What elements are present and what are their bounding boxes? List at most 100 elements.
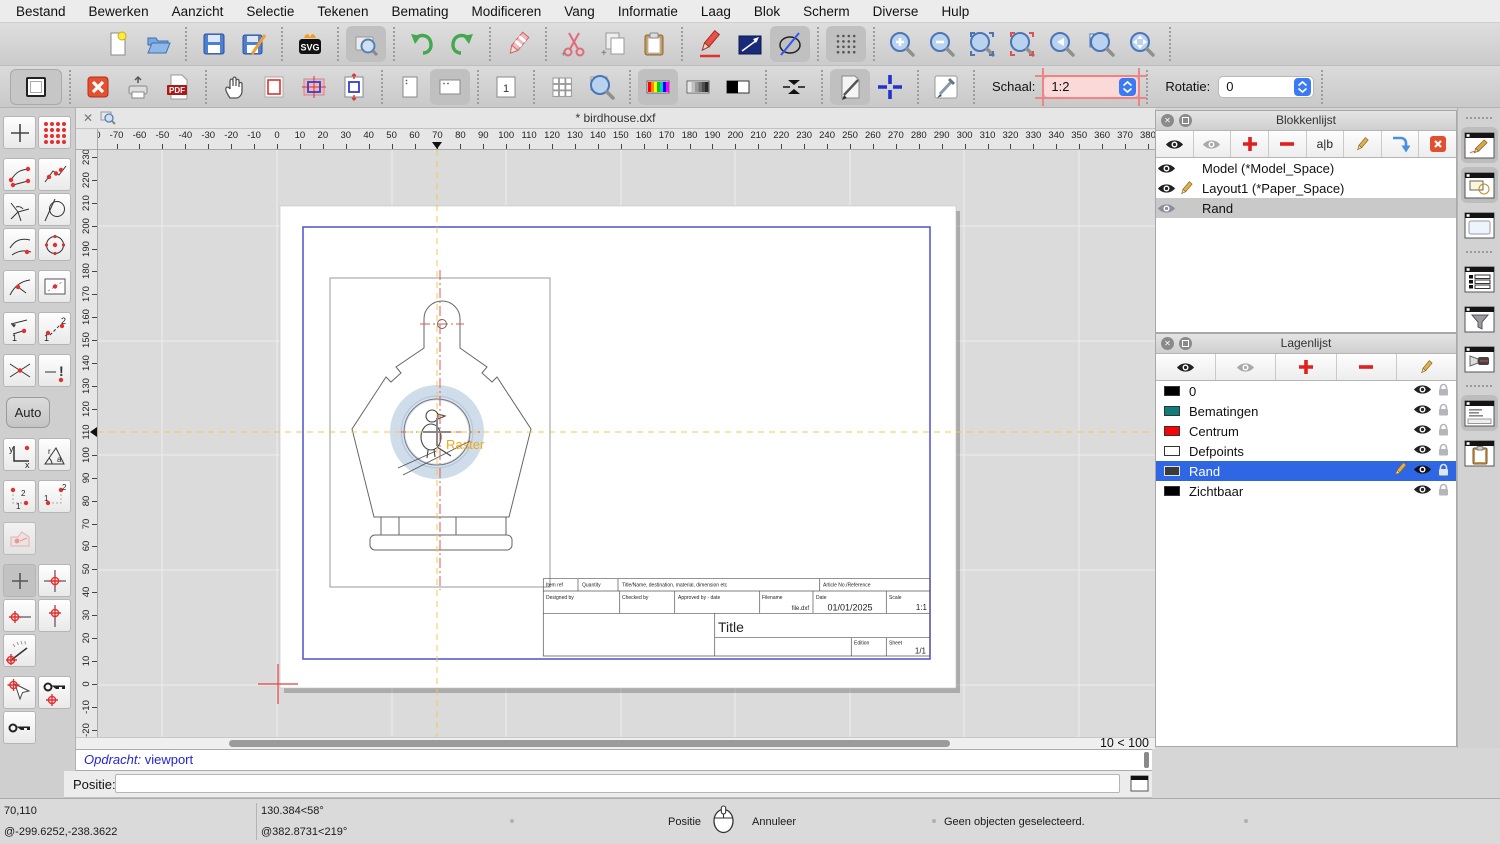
horizontal-scrollbar[interactable] <box>229 740 950 747</box>
layer-lock-icon[interactable] <box>1437 403 1450 420</box>
layer-lock-icon[interactable] <box>1437 463 1450 480</box>
toggle-clipboard-button[interactable] <box>1461 435 1498 471</box>
restrict-vertical-button[interactable] <box>38 599 71 632</box>
snap-nearest-button[interactable] <box>3 228 36 261</box>
menu-bemating[interactable]: Bemating <box>391 4 448 19</box>
rename-block-button[interactable]: a|b <box>1306 131 1345 157</box>
snap-intersection-button[interactable] <box>3 354 36 387</box>
toggle-library-browser-button[interactable] <box>1461 207 1498 243</box>
restrict-off-button[interactable] <box>3 564 36 597</box>
snap-auto-button[interactable]: Auto <box>6 397 50 428</box>
stepper-icon[interactable] <box>1119 77 1137 96</box>
draw-entity-button[interactable] <box>690 26 730 62</box>
menu-bestand[interactable]: Bestand <box>16 4 66 19</box>
menu-hulp[interactable]: Hulp <box>941 4 969 19</box>
application-preferences-button[interactable] <box>926 69 966 105</box>
menu-blok[interactable]: Blok <box>754 4 780 19</box>
close-panel-icon[interactable]: ✕ <box>1161 337 1174 350</box>
layer-visibility-icon[interactable] <box>1413 463 1432 479</box>
layer-row[interactable]: Centrum <box>1156 421 1456 441</box>
snap-endpoints-button[interactable] <box>3 158 36 191</box>
snap-restrict-1-button[interactable]: 1 <box>3 312 36 345</box>
undo-button[interactable] <box>402 26 442 62</box>
coord-cartesian-button[interactable]: yx <box>3 438 36 471</box>
line-tool-button[interactable] <box>730 26 770 62</box>
layer-lock-icon[interactable] <box>1437 383 1450 400</box>
block-row[interactable]: Layout1 (*Paper_Space) <box>1156 178 1456 198</box>
svg-export-button[interactable]: SVG <box>290 26 330 62</box>
key-lock-button[interactable] <box>3 711 36 744</box>
snap-manual-button[interactable]: ! <box>38 354 71 387</box>
snap-restrict-2-button[interactable]: 12 <box>38 312 71 345</box>
pdf-export-button[interactable]: PDF <box>158 69 198 105</box>
block-visibility-icon[interactable] <box>1156 162 1176 175</box>
copy-button[interactable]: + <box>594 26 634 62</box>
command-history[interactable]: Opdracht: viewport <box>76 749 1152 771</box>
history-scrollbar[interactable] <box>1144 752 1149 768</box>
spread-pages-button[interactable] <box>774 69 814 105</box>
paper-border-button[interactable] <box>254 69 294 105</box>
snap-grid-button[interactable] <box>38 116 71 149</box>
menu-bewerken[interactable]: Bewerken <box>89 4 149 19</box>
detach-panel-icon[interactable] <box>1179 337 1192 350</box>
layer-lock-icon[interactable] <box>1437 443 1450 460</box>
remove-layer-button[interactable] <box>1336 354 1397 380</box>
snap-tangent-button[interactable] <box>38 193 71 226</box>
menu-selectie[interactable]: Selectie <box>246 4 294 19</box>
zoom-auto-button[interactable] <box>962 26 1002 62</box>
crosshair-pointer-button[interactable] <box>870 69 910 105</box>
snap-on-entity-button[interactable] <box>38 158 71 191</box>
ellipse-tool-button[interactable] <box>770 26 810 62</box>
stepper-icon[interactable] <box>1294 77 1312 96</box>
zoom-page-button[interactable] <box>582 69 622 105</box>
layer-visibility-icon[interactable] <box>1413 383 1432 399</box>
viewport-fit-button[interactable] <box>334 69 374 105</box>
toggle-view-projection-button[interactable] <box>1461 341 1498 377</box>
show-all-layers-button[interactable] <box>1156 354 1217 380</box>
save-file-button[interactable] <box>194 26 234 62</box>
edit-block-button[interactable] <box>1344 131 1382 157</box>
layer-row[interactable]: Rand <box>1156 461 1456 481</box>
page-landscape-button[interactable] <box>430 68 470 105</box>
restrict-horizontal-button[interactable] <box>3 599 36 632</box>
snap-perpendicular-button[interactable] <box>3 193 36 226</box>
layout-mode-button[interactable] <box>10 68 62 105</box>
zoom-out-button[interactable] <box>922 26 962 62</box>
edit-layer-button[interactable] <box>1396 354 1457 380</box>
blackwhite-mode-button[interactable] <box>718 69 758 105</box>
add-layer-button[interactable] <box>1276 354 1337 380</box>
print-button[interactable] <box>118 69 158 105</box>
hide-all-blocks-button[interactable] <box>1193 131 1232 157</box>
snap-reference-button[interactable] <box>38 270 71 303</box>
open-file-button[interactable] <box>138 26 178 62</box>
add-block-button[interactable] <box>1231 131 1269 157</box>
close-drawing-button[interactable] <box>78 69 118 105</box>
toggle-selection-filter-button[interactable] <box>1461 301 1498 337</box>
snap-shape-button[interactable] <box>3 522 36 555</box>
snap-free-button[interactable] <box>3 116 36 149</box>
block-edit-icon[interactable] <box>1176 180 1196 196</box>
menu-laag[interactable]: Laag <box>701 4 731 19</box>
layer-row[interactable]: 0 <box>1156 381 1456 401</box>
menu-modificeren[interactable]: Modificeren <box>472 4 542 19</box>
toggle-block-list-button[interactable] <box>1460 167 1498 203</box>
cut-button[interactable]: + <box>554 26 594 62</box>
menu-scherm[interactable]: Scherm <box>803 4 850 19</box>
block-row[interactable]: Model (*Model_Space) <box>1156 158 1456 178</box>
grayscale-mode-button[interactable] <box>678 69 718 105</box>
remove-entity-button[interactable] <box>498 26 538 62</box>
drawing-preferences-button[interactable] <box>830 68 870 105</box>
menu-tekenen[interactable]: Tekenen <box>317 4 368 19</box>
color-mode-button[interactable] <box>638 68 678 105</box>
toggle-property-editor-button[interactable] <box>1460 127 1498 163</box>
rotation-select[interactable]: 0 <box>1218 75 1315 98</box>
layer-row[interactable]: Bematingen <box>1156 401 1456 421</box>
page-number-button[interactable]: 1 <box>486 69 526 105</box>
show-all-blocks-button[interactable] <box>1156 131 1194 157</box>
key-snap-button[interactable] <box>38 676 71 709</box>
menu-informatie[interactable]: Informatie <box>618 4 678 19</box>
layer-visibility-icon[interactable] <box>1413 483 1432 499</box>
close-panel-icon[interactable]: ✕ <box>1161 114 1174 127</box>
zoom-selection-button[interactable] <box>1002 26 1042 62</box>
grid-3x3-button[interactable] <box>542 69 582 105</box>
